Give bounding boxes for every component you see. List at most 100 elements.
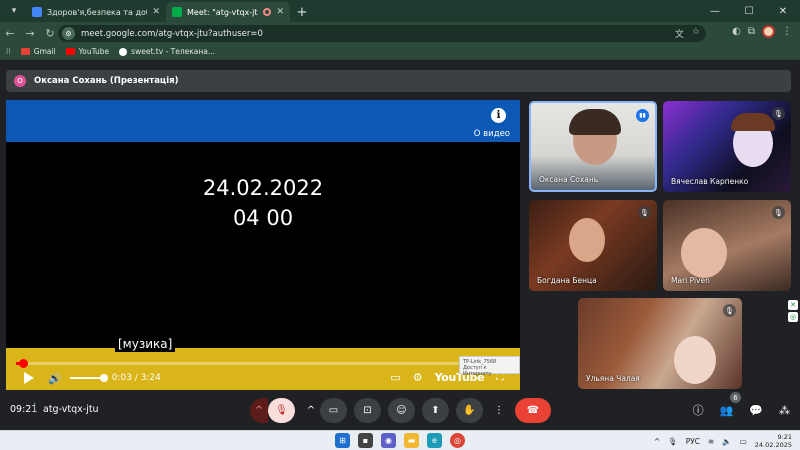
pin-icon[interactable]: ◎ [788,312,798,322]
camera-button[interactable]: ▭ [320,398,347,423]
language-indicator[interactable]: РУС [686,437,700,446]
volume-tray-icon[interactable]: 🔈 [722,437,731,446]
participant-tile[interactable]: 🎙 Mari Piven [663,200,791,291]
meet-control-bar: 09:21 | atg-vtqx-jtu ^ 🎙 ^ ▭ ⊡ ☺ ⬆ ✋ ⋮ ☎… [0,392,800,424]
activities-icon[interactable]: ⁂ [779,404,790,417]
raise-hand-button[interactable]: ✋ [456,398,483,423]
mic-off-button[interactable]: 🎙 [268,398,295,423]
participant-hair [569,109,621,135]
bookmark-sweettv[interactable]: sweet.tv - Телекана... [119,47,215,56]
tab-health-safety[interactable]: Здоров'я,безпека та добробут ✕ [26,2,166,22]
site-info-icon[interactable]: ⚙ [62,27,75,40]
play-icon[interactable] [24,372,34,384]
people-count-badge: 6 [730,392,741,403]
participant-tile[interactable]: 🎙 Вячеслав Карпенко [663,101,791,192]
video-options-icon[interactable]: ^ [302,398,320,423]
start-windows-icon[interactable]: ⊞ [335,433,350,448]
close-tab-icon[interactable]: ✕ [276,7,284,17]
speaking-indicator-icon: ▮▮ [636,109,649,122]
apps-grid-icon[interactable]: ⁝⁝ [6,47,11,56]
participant-tile[interactable]: 🎙 Ульяна Чалая [578,298,742,389]
browser-toolbar: ← → ↻ ⚙ meet.google.com/atg-vtqx-jtu?aut… [0,22,800,44]
presentation-title: Оксана Сохань (Презентація) [34,76,179,86]
meet-favicon-icon [172,7,182,17]
search-icon[interactable]: ▪ [358,433,373,448]
mic-off-icon: 🎙 [772,206,785,219]
taskbar-clock[interactable]: 9:21 24.02.2025 [755,433,792,449]
mic-off-icon: 🎙 [772,107,785,120]
bookmark-label: Gmail [33,47,56,56]
tray-chevron-icon[interactable]: ^ [654,437,660,446]
emoji-reactions-button[interactable]: ☺ [388,398,415,423]
info-icon[interactable]: i [491,108,506,123]
task-view-icon[interactable]: ◉ [381,433,396,448]
new-tab-button[interactable]: + [292,2,312,22]
participant-video [674,336,716,384]
extensions-puzzle-icon[interactable]: ⧉ [748,26,755,37]
meeting-info-icon[interactable]: ⓘ [693,402,704,418]
bookmark-youtube[interactable]: YouTube [65,47,110,56]
battery-icon[interactable]: ▭ [740,437,747,446]
profile-avatar[interactable] [762,25,775,38]
taskbar-apps: ⊞ ▪ ◉ ▬ e ◎ [335,433,465,448]
recording-icon [263,8,272,16]
bookmark-label: sweet.tv - Телекана... [131,47,216,56]
time-display: 0:03 / 3:24 [111,373,161,383]
chrome-browser-icon[interactable]: ◎ [450,433,465,448]
participant-tile[interactable]: ▮▮ Оксана Сохань [529,101,657,192]
address-bar[interactable]: ⚙ meet.google.com/atg-vtqx-jtu?authuser=… [58,25,706,42]
subtitles-icon[interactable]: ▭ [390,371,400,384]
forward-icon[interactable]: → [20,27,40,40]
video-progress-bar[interactable] [16,359,510,368]
bookmark-label: YouTube [78,47,110,56]
close-tab-icon[interactable]: ✕ [152,7,160,17]
gmail-icon [20,48,30,55]
browser-menu-icon[interactable]: ⋮ [782,26,792,37]
close-panel-icon[interactable]: ✕ [788,300,798,310]
minimize-icon[interactable]: — [698,0,732,22]
caption-text: [музика] [115,336,176,352]
maximize-icon[interactable]: ☐ [732,0,766,22]
video-time: 04 00 [232,206,294,230]
file-explorer-icon[interactable]: ▬ [404,433,419,448]
settings-gear-icon[interactable]: ⚙ [413,371,423,384]
presented-video[interactable]: i О видео 24.02.2022 04 00 [музика] 🔊 0:… [6,100,520,390]
bookmark-star-icon[interactable]: ☆ [692,27,700,40]
volume-slider[interactable] [69,374,108,382]
leave-call-button[interactable]: ☎ [515,398,551,423]
captions-button[interactable]: ⊡ [354,398,381,423]
mic-off-icon: 🎙 [723,304,736,317]
reload-icon[interactable]: ↻ [40,27,60,40]
mic-tray-icon[interactable]: 🎙 [668,437,678,446]
presentation-banner: О Оксана Сохань (Презентація) [6,70,791,92]
present-screen-button[interactable]: ⬆ [422,398,449,423]
volume-knob[interactable] [99,374,108,382]
presenter-avatar: О [14,75,26,87]
video-date: 24.02.2022 [202,176,324,200]
edge-browser-icon[interactable]: e [427,433,442,448]
people-icon[interactable]: 👥 [720,404,734,417]
tab-search-icon[interactable]: ▾ [4,1,24,21]
volume-icon[interactable]: 🔊 [48,372,62,385]
flag-blue-band [6,100,520,142]
more-options-button[interactable]: ⋮ [490,398,508,423]
bookmarks-bar: ⁝⁝ Gmail YouTube sweet.tv - Телекана... [0,44,800,60]
about-video-label: О видео [473,129,510,139]
bookmark-gmail[interactable]: Gmail [20,47,56,56]
sweettv-icon [119,47,128,56]
chat-icon[interactable]: 💬 [749,404,763,417]
tab-title: Meet: "atg-vtqx-jtu" [187,7,259,17]
participant-name: Вячеслав Карпенко [671,177,749,186]
wifi-icon[interactable]: ≋ [708,437,714,446]
translate-icon[interactable]: 文 [675,27,684,40]
participant-video [569,218,605,262]
audio-options-icon[interactable]: ^ [250,398,268,423]
participant-tile[interactable]: 🎙 Богдана Бенца [529,200,657,291]
back-icon[interactable]: ← [0,27,20,40]
meeting-code: atg-vtqx-jtu [43,404,99,415]
tab-meet[interactable]: Meet: "atg-vtqx-jtu" ✕ [166,2,290,22]
tab-title: Здоров'я,безпека та добробут [47,7,147,17]
extension-icon[interactable]: ◐ [732,26,741,37]
close-window-icon[interactable]: ✕ [766,0,800,22]
call-controls: ^ 🎙 ^ ▭ ⊡ ☺ ⬆ ✋ ⋮ ☎ [250,398,551,423]
